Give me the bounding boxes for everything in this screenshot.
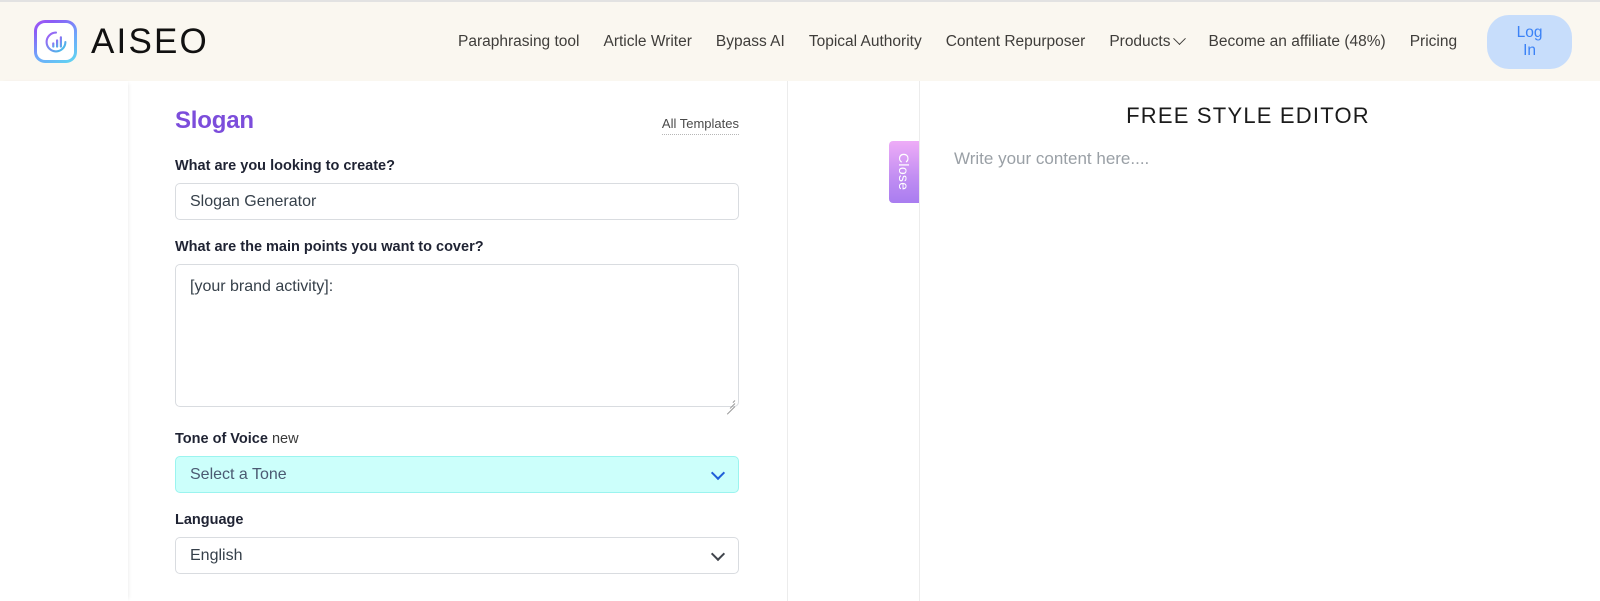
page-title: Slogan	[175, 107, 254, 134]
field-label-language: Language	[175, 512, 244, 528]
login-button[interactable]: Log In	[1487, 14, 1572, 69]
field-main-points: What are the main points you want to cov…	[175, 239, 739, 415]
nav-item-bypass-ai[interactable]: Bypass AI	[704, 27, 797, 57]
nav-label: Article Writer	[603, 32, 692, 50]
brand-name: AISEO	[91, 22, 209, 61]
main-points-textarea[interactable]	[175, 264, 739, 407]
tone-select[interactable]: Select a Tone	[175, 456, 739, 493]
close-panel-button[interactable]: Close	[889, 141, 919, 203]
template-form-panel: Slogan All Templates What are you lookin…	[128, 81, 788, 601]
field-tone-of-voice: Tone of Voice new Select a Tone	[175, 431, 739, 493]
nav-label: Bypass AI	[715, 32, 785, 50]
free-style-editor-panel: FREE STYLE EDITOR Write your content her…	[920, 81, 1600, 601]
nav-label: Content Repurposer	[945, 32, 1086, 50]
nav-item-products[interactable]: Products	[1097, 27, 1196, 57]
nav-item-article-writer[interactable]: Article Writer	[591, 27, 703, 57]
aiseo-chart-logo-icon	[34, 20, 77, 63]
field-language: Language English	[175, 512, 739, 574]
field-label-tone-of-voice: Tone of Voice new	[175, 431, 739, 447]
tone-label-text: Tone of Voice	[175, 431, 268, 447]
workspace: Slogan All Templates What are you lookin…	[0, 81, 1600, 601]
editor-content-area[interactable]: Write your content here....	[936, 149, 1560, 169]
tone-select-value: Select a Tone	[190, 465, 287, 483]
panel-divider-column: Close	[788, 81, 920, 601]
editor-title: FREE STYLE EDITOR	[1126, 103, 1370, 128]
language-select[interactable]: English	[175, 537, 739, 574]
field-label-main-points: What are the main points you want to cov…	[175, 239, 484, 255]
tone-new-badge: new	[271, 431, 299, 447]
nav-item-paraphrasing-tool[interactable]: Paraphrasing tool	[446, 27, 592, 57]
nav-item-become-an-affiliate[interactable]: Become an affiliate (48%)	[1196, 27, 1397, 57]
nav-label: Products	[1109, 32, 1171, 50]
nav-label: Topical Authority	[808, 32, 922, 50]
field-label-create: What are you looking to create?	[175, 158, 395, 174]
nav-label: Paraphrasing tool	[457, 32, 580, 50]
nav-item-content-repurposer[interactable]: Content Repurposer	[934, 27, 1098, 57]
close-panel-label: Close	[896, 153, 912, 191]
main-nav: Paraphrasing tool Article Writer Bypass …	[446, 14, 1572, 69]
chevron-down-icon	[1173, 32, 1187, 46]
nav-item-topical-authority[interactable]: Topical Authority	[797, 27, 934, 57]
create-input[interactable]	[175, 183, 739, 220]
form-header: Slogan All Templates	[175, 107, 739, 135]
all-templates-link[interactable]: All Templates	[661, 116, 739, 135]
site-header: AISEO Paraphrasing tool Article Writer B…	[0, 0, 1600, 81]
language-select-value: English	[190, 546, 243, 564]
nav-label: Become an affiliate (48%)	[1208, 32, 1386, 50]
nav-label: Pricing	[1409, 32, 1458, 50]
field-create: What are you looking to create?	[175, 158, 739, 220]
left-rail	[0, 81, 128, 601]
nav-item-pricing[interactable]: Pricing	[1398, 27, 1469, 57]
brand-logo[interactable]: AISEO	[34, 20, 209, 63]
